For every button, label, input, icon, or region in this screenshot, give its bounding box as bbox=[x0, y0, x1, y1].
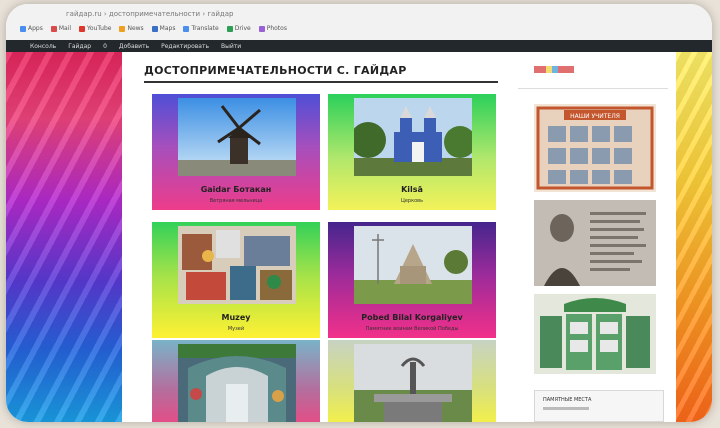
sidebar-widget: ПАМЯТНЫЕ МЕСТА bbox=[534, 390, 664, 422]
page-content: ДОСТОПРИМЕЧАТЕЛЬНОСТИ С. ГАЙДАР Gaidar Б… bbox=[122, 52, 676, 422]
bookmark-item[interactable]: Translate bbox=[183, 25, 219, 32]
title-divider bbox=[144, 81, 498, 83]
bookmark-icon bbox=[258, 25, 265, 32]
widget-title: ПАМЯТНЫЕ МЕСТА bbox=[543, 397, 592, 403]
attraction-card-memorial[interactable] bbox=[328, 340, 496, 422]
bookmark-item[interactable]: Photos bbox=[258, 25, 287, 32]
church-photo bbox=[354, 98, 472, 176]
admin-item[interactable]: Редактировать bbox=[161, 43, 209, 50]
widget-line bbox=[543, 407, 589, 410]
wp-admin-bar: Консоль Гайдар 0 Добавить Редактировать … bbox=[6, 40, 712, 52]
monument-photo bbox=[354, 226, 472, 304]
card-subtitle: Музей bbox=[227, 326, 245, 332]
bookmark-item[interactable]: YouTube bbox=[79, 25, 111, 32]
card-caption: Gaidar Ботакан bbox=[200, 185, 272, 194]
attraction-card-museum[interactable]: Muzey Музей bbox=[152, 222, 320, 338]
admin-item[interactable]: Добавить bbox=[119, 43, 149, 50]
arch-photo bbox=[178, 344, 296, 422]
portrait-image[interactable] bbox=[534, 200, 656, 286]
card-subtitle: Памятник воинам Великой Победы bbox=[365, 326, 459, 332]
card-caption: Pobed Bilal Korgaliyev bbox=[361, 313, 463, 322]
decorative-background-left bbox=[6, 52, 122, 422]
attraction-card-monument[interactable]: Pobed Bilal Korgaliyev Памятник воинам В… bbox=[328, 222, 496, 338]
card-caption: Muzey bbox=[221, 313, 251, 322]
decorative-background-right bbox=[676, 52, 712, 422]
address-bar[interactable]: гайдар.ru › достопримечательности › гайд… bbox=[66, 10, 233, 18]
language-flags[interactable] bbox=[534, 66, 574, 73]
attraction-card-windmill[interactable]: Gaidar Ботакан Ветряная мельница bbox=[152, 94, 320, 210]
memorial-photo bbox=[354, 344, 472, 422]
bookmark-item[interactable]: Drive bbox=[226, 25, 251, 32]
attraction-card-church[interactable]: Kilsā Церковь bbox=[328, 94, 496, 210]
browser-toolbar: гайдар.ru › достопримечательности › гайд… bbox=[6, 4, 712, 41]
bookmark-icon bbox=[79, 25, 86, 32]
bookmark-item[interactable]: Apps bbox=[20, 25, 43, 32]
page-title: ДОСТОПРИМЕЧАТЕЛЬНОСТИ С. ГАЙДАР bbox=[144, 64, 407, 77]
museum-photo bbox=[178, 226, 296, 304]
teachers-board-image[interactable]: НАШИ УЧИТЕЛЯ bbox=[534, 104, 656, 192]
admin-item[interactable]: Консоль bbox=[30, 43, 56, 50]
card-caption: Kilsā bbox=[401, 185, 423, 194]
bookmark-item[interactable]: Mail bbox=[50, 25, 71, 32]
bookmark-icon bbox=[20, 25, 26, 32]
bookmark-icon bbox=[183, 25, 190, 32]
bookmark-item[interactable]: News bbox=[119, 25, 144, 32]
attraction-card-arch[interactable] bbox=[152, 340, 320, 422]
exhibition-stand-image[interactable] bbox=[534, 294, 656, 374]
admin-item[interactable]: 0 bbox=[103, 43, 107, 50]
bookmark-item[interactable]: Maps bbox=[151, 25, 175, 32]
bookmark-icon bbox=[119, 25, 126, 32]
bookmark-icon bbox=[151, 25, 158, 32]
url-text: гайдар.ru › достопримечательности › гайд… bbox=[66, 10, 234, 18]
windmill-photo bbox=[178, 98, 296, 176]
bookmark-icon bbox=[226, 25, 233, 32]
board-title: НАШИ УЧИТЕЛЯ bbox=[570, 113, 620, 120]
bookmark-icon bbox=[50, 25, 57, 32]
card-subtitle: Церковь bbox=[400, 198, 424, 204]
screenshot-frame: гайдар.ru › достопримечательности › гайд… bbox=[6, 4, 712, 422]
admin-item[interactable]: Гайдар bbox=[68, 43, 91, 50]
card-subtitle: Ветряная мельница bbox=[209, 198, 263, 204]
bookmarks-bar: Apps Mail YouTube News Maps Translate Dr… bbox=[20, 25, 287, 32]
sidebar-divider bbox=[518, 88, 668, 89]
admin-item[interactable]: Выйти bbox=[221, 43, 241, 50]
